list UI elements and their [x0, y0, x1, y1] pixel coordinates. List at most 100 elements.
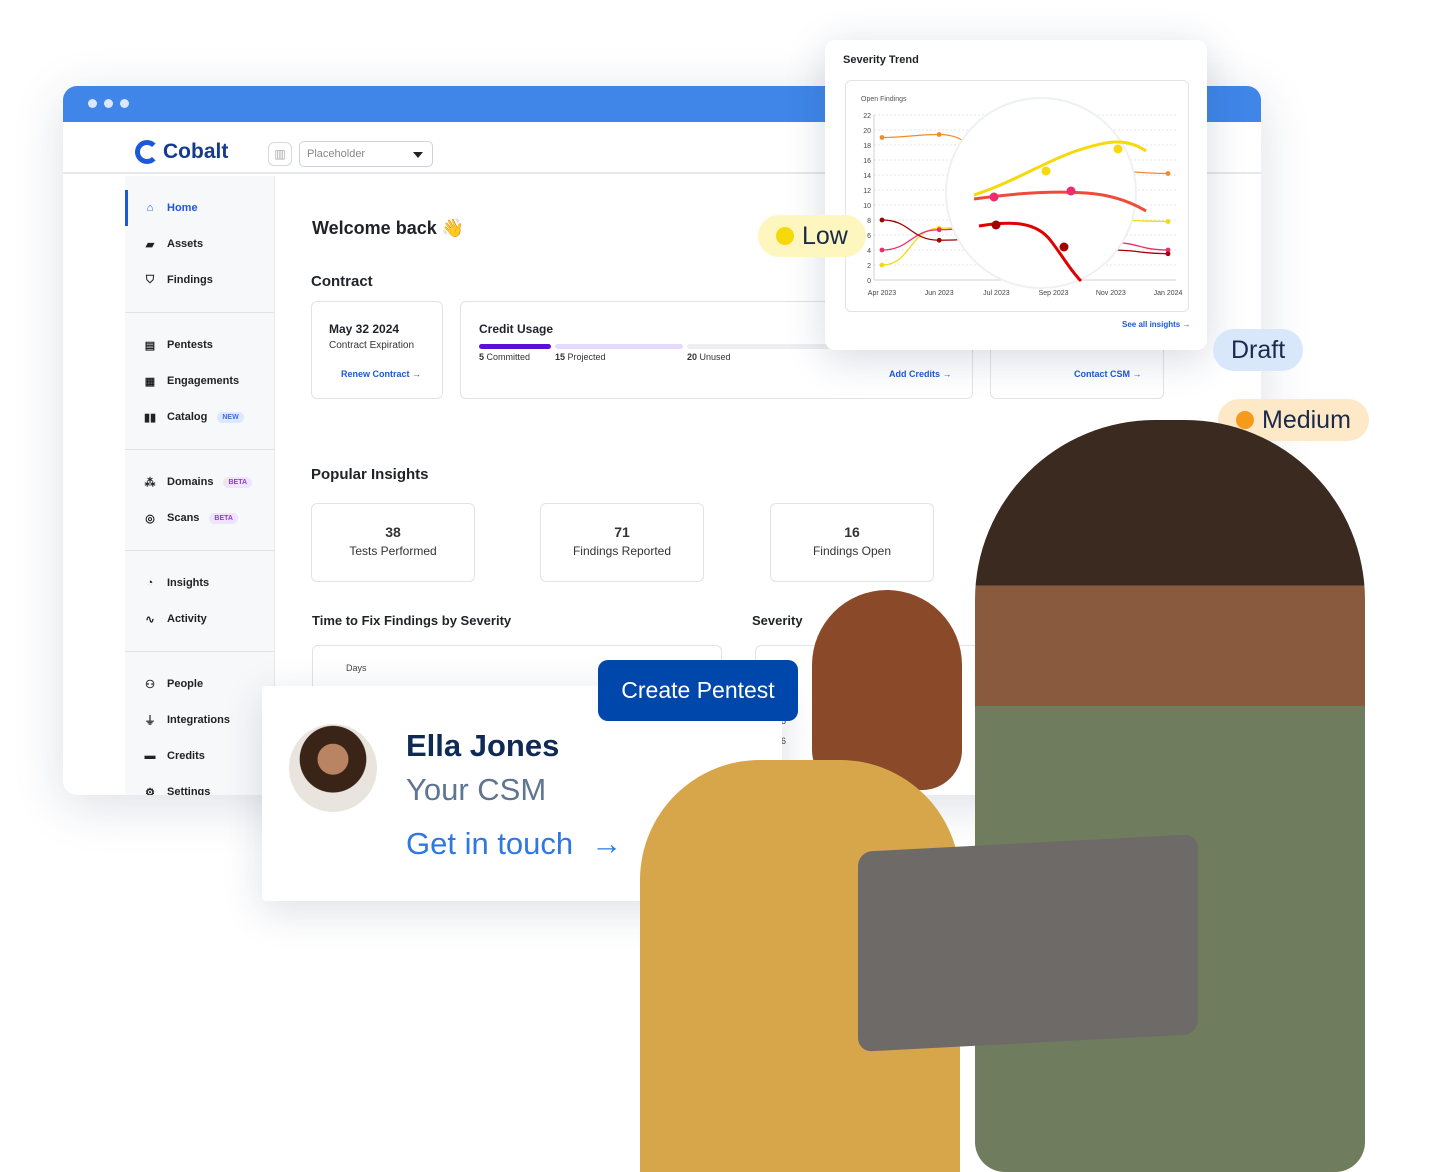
- sidebar-item-scans[interactable]: ◎ Scans BETA: [125, 500, 274, 536]
- window-dot[interactable]: [88, 99, 97, 108]
- link-label: Get in touch: [406, 826, 574, 861]
- contact-csm-link[interactable]: Contact CSM →: [1074, 369, 1142, 379]
- contract-label: Contract Expiration: [329, 340, 415, 351]
- y-tick-label: 14: [863, 173, 871, 180]
- sidebar-item-catalog[interactable]: ▮▮ Catalog NEW: [125, 399, 274, 435]
- target-icon: ◎: [145, 512, 155, 525]
- nav-group: ⌂ Home ▰ Assets ⛉ Findings: [125, 176, 274, 313]
- wallet-icon: ▬: [144, 750, 156, 762]
- sitemap-icon: ⁂: [144, 476, 156, 489]
- new-badge: NEW: [217, 411, 244, 423]
- get-in-touch-link[interactable]: Get in touch →: [406, 826, 622, 862]
- data-point: [1165, 219, 1171, 224]
- tag-label: Medium: [1262, 405, 1351, 434]
- nav-group: ◔ Insights ∿ Activity: [125, 551, 274, 652]
- sidebar-item-label: Insights: [167, 577, 210, 589]
- data-point: [879, 262, 885, 268]
- insight-label: Findings Reported: [572, 544, 672, 558]
- magnified-data-point: [991, 220, 1001, 230]
- laptop-photo: [858, 834, 1198, 1052]
- nav-group: ⚇ People ⏚ Integrations ▬ Credits ⚙ Settings: [125, 652, 274, 795]
- sidebar-item-domains[interactable]: ⁂ Domains BETA: [125, 464, 274, 500]
- insight-value: 16: [844, 524, 860, 540]
- pulse-icon: ∿: [145, 613, 155, 626]
- renew-contract-link[interactable]: Renew Contract →: [341, 369, 421, 379]
- y-tick-label: 10: [863, 203, 871, 210]
- insight-card[interactable]: 71 Findings Reported: [540, 503, 704, 582]
- y-axis-label: Open Findings: [861, 96, 907, 103]
- sidebar-item-label: Settings: [167, 786, 211, 795]
- contract-heading: Contract: [311, 273, 373, 290]
- data-point: [936, 227, 942, 233]
- sidebar-item-integrations[interactable]: ⏚ Integrations: [125, 702, 274, 738]
- magnified-data-point: [1066, 186, 1076, 196]
- sidebar-item-assets[interactable]: ▰ Assets: [125, 226, 274, 262]
- severity-heading: Severity: [752, 613, 803, 628]
- beta-badge: BETA: [209, 512, 238, 524]
- magnified-data-point: [1041, 166, 1051, 176]
- insight-value: 71: [614, 524, 630, 540]
- sidebar-item-settings[interactable]: ⚙ Settings: [125, 774, 274, 795]
- sidebar-item-credits[interactable]: ▬ Credits: [125, 738, 274, 774]
- logo-icon: [135, 140, 159, 164]
- create-pentest-button[interactable]: Create Pentest: [598, 660, 798, 721]
- workspace-select[interactable]: Placeholder: [299, 141, 433, 167]
- y-tick-label: 20: [863, 128, 871, 135]
- sidebar-item-activity[interactable]: ∿ Activity: [125, 601, 274, 637]
- days-axis-label: Days: [346, 663, 367, 673]
- y-tick-label: 2: [867, 263, 871, 270]
- building-icon[interactable]: ▥: [268, 142, 292, 166]
- x-tick-label: Apr 2023: [868, 290, 897, 297]
- orange-dot-icon: [1236, 411, 1254, 429]
- sidebar: ⌂ Home ▰ Assets ⛉ Findings ▤ Pentests ▦ Engagemen…: [125, 176, 275, 795]
- y-tick-label: 4: [867, 248, 871, 255]
- sidebar-item-label: Assets: [167, 238, 204, 250]
- sidebar-item-insights[interactable]: ◔ Insights: [125, 565, 274, 601]
- y-tick-label: 16: [863, 158, 871, 165]
- x-tick-label: Nov 2023: [1096, 290, 1126, 297]
- sidebar-item-engagements[interactable]: ▦ Engagements: [125, 363, 274, 399]
- severity-trend-card: Severity Trend Open Findings 0 2 4 6 8 10 12 14 1…: [825, 40, 1207, 350]
- committed-bar: [479, 344, 551, 349]
- sidebar-item-label: Pentests: [167, 339, 213, 351]
- yellow-dot-icon: [776, 227, 794, 245]
- sidebar-item-home[interactable]: ⌂ Home: [125, 190, 274, 226]
- x-tick-label: Jul 2023: [983, 290, 1010, 297]
- data-point: [1165, 171, 1171, 176]
- sidebar-item-findings[interactable]: ⛉ Findings: [125, 262, 274, 298]
- committed-legend: 5 Committed: [479, 352, 531, 362]
- see-all-insights-link[interactable]: See all insights →: [1122, 320, 1190, 329]
- insight-card[interactable]: 16 Findings Open: [770, 503, 934, 582]
- severity-trend-chart: Open Findings 0 2 4 6 8 10 12 14 16 18 20 22 Apr 2023…: [861, 96, 1183, 297]
- y-tick-label: 18: [863, 143, 871, 150]
- contract-card: May 32 2024 Contract Expiration Renew Co…: [311, 301, 443, 399]
- sidebar-item-pentests[interactable]: ▤ Pentests: [125, 327, 274, 363]
- chart-title: Severity Trend: [843, 54, 919, 66]
- man-photo: [975, 420, 1365, 1172]
- sidebar-item-label: Catalog: [167, 411, 208, 423]
- caret-down-icon: [413, 152, 423, 163]
- projected-bar: [555, 344, 683, 349]
- home-icon: ⌂: [146, 202, 154, 214]
- people-icon: ⚇: [145, 678, 155, 691]
- x-tick-label: Jan 2024: [1154, 290, 1183, 297]
- data-point: [936, 237, 942, 243]
- popular-insights-heading: Popular Insights: [311, 466, 429, 483]
- y-tick-label: 0: [867, 278, 871, 285]
- sidebar-item-people[interactable]: ⚇ People: [125, 666, 274, 702]
- data-point: [879, 135, 885, 140]
- csm-name: Ella Jones: [406, 728, 560, 763]
- book-icon: ▮▮: [143, 411, 157, 424]
- building-icon: ▦: [144, 375, 156, 388]
- cobalt-logo[interactable]: Cobalt: [135, 140, 228, 164]
- insight-card[interactable]: 38 Tests Performed: [311, 503, 475, 582]
- nav-group: ⁂ Domains BETA ◎ Scans BETA: [125, 450, 274, 551]
- low-severity-tag: Low: [758, 215, 866, 257]
- x-tick-label: Sep 2023: [1039, 290, 1069, 297]
- add-credits-link[interactable]: Add Credits →: [889, 369, 952, 379]
- data-point: [879, 247, 885, 253]
- csm-avatar: [289, 724, 377, 812]
- nav-group: ▤ Pentests ▦ Engagements ▮▮ Catalog NEW: [125, 313, 274, 450]
- window-dot[interactable]: [120, 99, 129, 108]
- window-dot[interactable]: [104, 99, 113, 108]
